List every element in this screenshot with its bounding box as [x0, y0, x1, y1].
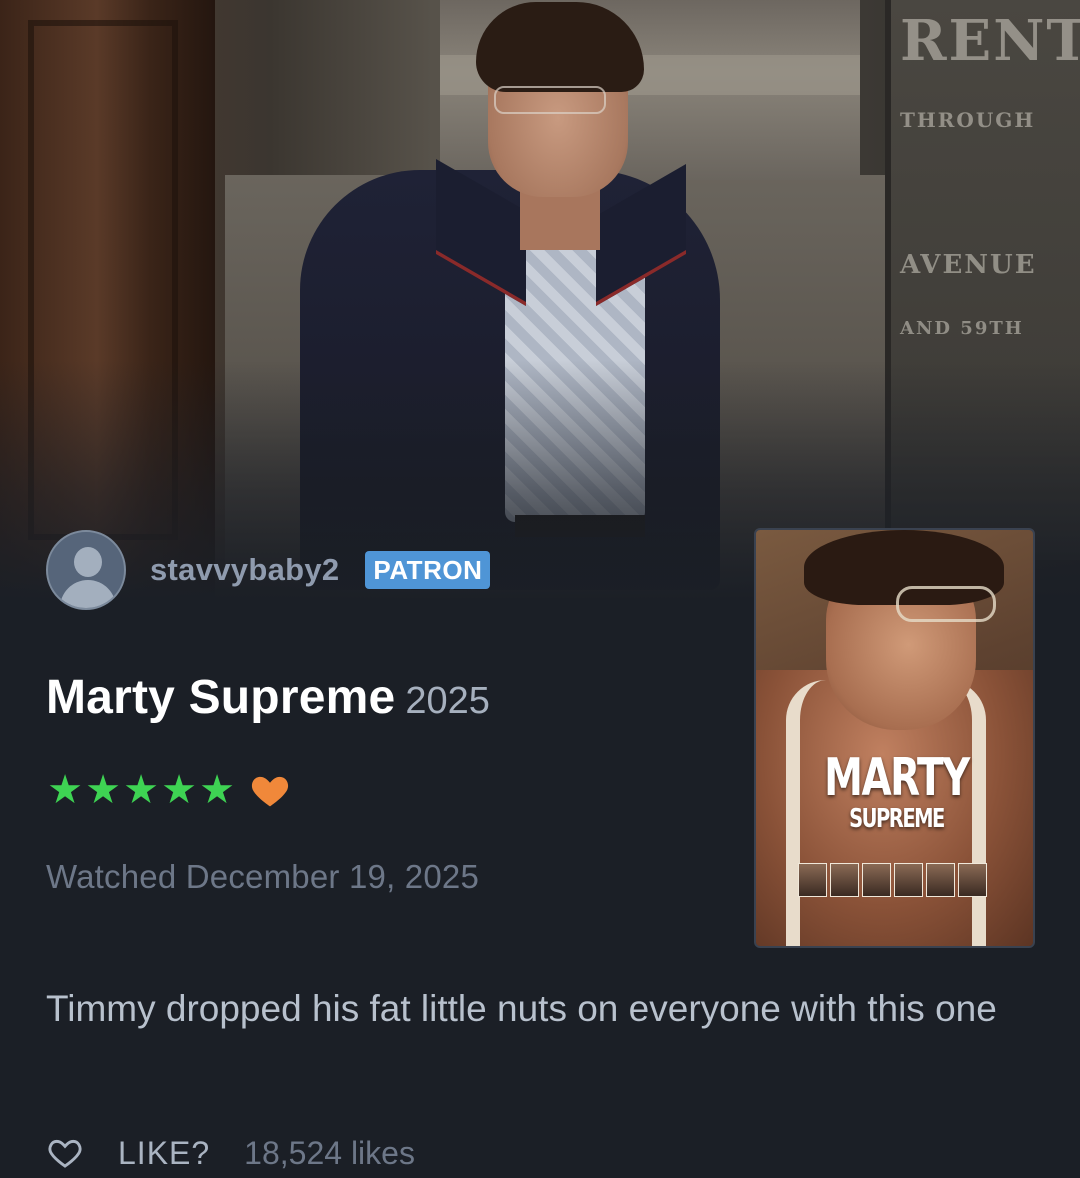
- rating-row: ★ ★ ★ ★ ★: [46, 770, 290, 810]
- star-icon: ★: [85, 768, 121, 812]
- review-text: Timmy dropped his fat little nuts on eve…: [46, 988, 997, 1029]
- film-title-row[interactable]: Marty Supreme 2025: [46, 670, 490, 725]
- poster-subtitle: SUPREME: [849, 804, 945, 834]
- review-screen: RENT THROUGH AVENUE AND 59TH stavvybaby2…: [0, 0, 1080, 1178]
- like-row: LIKE? 18,524 likes: [46, 1134, 415, 1172]
- poster-cast-strip: [798, 863, 987, 897]
- plaque-text: AVENUE: [900, 250, 1037, 280]
- poster-title: MARTY: [824, 748, 970, 808]
- backdrop-image: RENT THROUGH AVENUE AND 59TH: [0, 0, 1080, 600]
- default-user-avatar-icon[interactable]: [46, 530, 126, 610]
- backdrop-figure-glasses: [494, 86, 606, 114]
- star-icon: ★: [161, 768, 197, 812]
- like-button[interactable]: LIKE?: [118, 1135, 210, 1172]
- watched-date: Watched December 19, 2025: [46, 858, 480, 895]
- star-icon: ★: [199, 768, 235, 812]
- star-icon: ★: [123, 768, 159, 812]
- plaque-text: RENT: [900, 8, 1080, 74]
- film-title[interactable]: Marty Supreme: [46, 671, 395, 724]
- plaque-text: THROUGH: [900, 108, 1036, 132]
- poster-glasses: [896, 586, 996, 622]
- outline-heart-icon[interactable]: [46, 1134, 84, 1172]
- patron-badge: PATRON: [365, 551, 491, 589]
- reviewer-username[interactable]: stavvybaby2: [150, 552, 339, 588]
- plaque-text: AND 59TH: [900, 318, 1024, 339]
- filled-heart-icon: [250, 770, 290, 810]
- star-icon: ★: [47, 768, 83, 812]
- likes-count[interactable]: 18,524 likes: [244, 1135, 415, 1172]
- reviewer-profile[interactable]: stavvybaby2 PATRON: [46, 530, 491, 610]
- film-year[interactable]: 2025: [405, 680, 490, 722]
- star-rating: ★ ★ ★ ★ ★: [46, 770, 236, 810]
- film-poster[interactable]: MARTY SUPREME: [754, 528, 1035, 948]
